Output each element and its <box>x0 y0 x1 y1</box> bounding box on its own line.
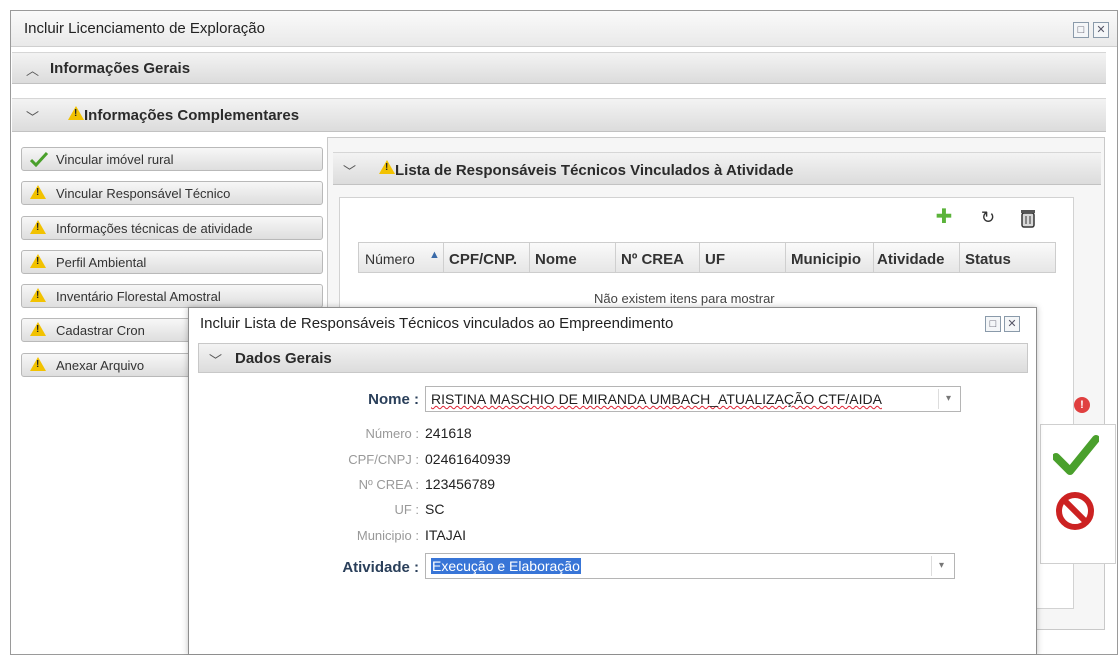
nav-item-label: Vincular Responsável Técnico <box>56 186 231 201</box>
uf-label: UF : <box>394 502 419 517</box>
crea-label: Nº CREA : <box>358 477 419 492</box>
nav-item-perfil-ambiental[interactable]: ! Perfil Ambiental <box>21 250 323 274</box>
column-cpf[interactable]: CPF/CNP. <box>449 251 529 268</box>
warning-icon: ! <box>30 185 48 201</box>
column-crea[interactable]: Nº CREA <box>621 251 684 268</box>
uf-value: SC <box>425 501 445 517</box>
atividade-value: Execução e Elaboração <box>431 558 581 574</box>
nav-item-label: Perfil Ambiental <box>56 255 147 270</box>
municipio-value: ITAJAI <box>425 527 466 543</box>
numero-value: 241618 <box>425 425 472 441</box>
delete-icon[interactable] <box>1018 208 1038 228</box>
section-label: Lista de Responsáveis Técnicos Vinculado… <box>395 162 794 179</box>
column-uf[interactable]: UF <box>705 251 725 268</box>
nav-item-label: Informações técnicas de atividade <box>56 221 253 236</box>
numero-label: Número : <box>365 426 419 441</box>
nav-item-label: Inventário Florestal Amostral <box>56 289 221 304</box>
close-icon[interactable]: ✕ <box>1093 22 1109 38</box>
chevron-down-icon: ﹀ <box>26 110 40 125</box>
atividade-combo[interactable]: Execução e Elaboração ▾ <box>425 553 955 579</box>
warning-icon: ! <box>379 160 396 175</box>
column-nome[interactable]: Nome <box>535 251 577 268</box>
column-divider <box>873 243 874 272</box>
cpf-value: 02461640939 <box>425 451 511 467</box>
column-divider <box>443 243 444 272</box>
chevron-down-icon: ﹀ <box>209 353 223 368</box>
empty-grid-text: Não existem itens para mostrar <box>594 291 775 306</box>
maximize-icon[interactable]: □ <box>985 316 1001 332</box>
refresh-icon[interactable]: ↻ <box>978 208 998 228</box>
window-title: Incluir Licenciamento de Exploração <box>24 20 265 37</box>
section-informacoes-gerais[interactable]: ︿ Informações Gerais <box>12 52 1106 84</box>
error-icon: ! <box>1074 397 1090 413</box>
chevron-down-icon[interactable]: ▾ <box>931 556 951 576</box>
warning-icon: ! <box>30 220 48 236</box>
warning-icon: ! <box>30 322 48 338</box>
chevron-up-icon: ︿ <box>26 63 40 78</box>
section-informacoes-complementares[interactable]: ﹀ ! Informações Complementares <box>12 98 1106 132</box>
cpf-label: CPF/CNPJ : <box>348 452 419 467</box>
atividade-label: Atividade : <box>342 559 419 576</box>
nav-item-label: Cadastrar Cron <box>56 323 145 338</box>
section-label: Informações Complementares <box>84 107 300 124</box>
warning-icon: ! <box>30 357 48 373</box>
section-label: Dados Gerais <box>235 350 332 367</box>
warning-icon: ! <box>68 106 85 121</box>
column-status[interactable]: Status <box>965 251 1011 268</box>
nav-item-inventario-florestal[interactable]: ! Inventário Florestal Amostral <box>21 284 323 308</box>
municipio-label: Municipio : <box>356 528 419 543</box>
nav-item-informacoes-tecnicas[interactable]: ! Informações técnicas de atividade <box>21 216 323 240</box>
nome-combo[interactable]: RISTINA MASCHIO DE MIRANDA UMBACH_ATUALI… <box>425 386 961 412</box>
sort-asc-icon: ▲ <box>429 249 440 261</box>
section-lista-responsaveis[interactable]: ﹀ ! Lista de Responsáveis Técnicos Vincu… <box>333 152 1101 185</box>
nav-item-vincular-imovel[interactable]: Vincular imóvel rural <box>21 147 323 171</box>
modal-incluir-responsaveis: Incluir Lista de Responsáveis Técnicos v… <box>188 307 1037 655</box>
nav-item-label: Anexar Arquivo <box>56 358 145 373</box>
column-divider <box>615 243 616 272</box>
column-divider <box>959 243 960 272</box>
action-panel <box>1040 424 1116 564</box>
grid-header: Número ▲ CPF/CNP. Nome Nº CREA UF Munici… <box>358 242 1056 273</box>
warning-icon: ! <box>30 254 48 270</box>
nome-label: Nome : <box>368 391 419 408</box>
nav-item-label: Vincular imóvel rural <box>56 152 174 167</box>
check-icon <box>30 151 48 167</box>
section-dados-gerais[interactable]: ﹀ Dados Gerais <box>198 343 1028 373</box>
column-atividade[interactable]: Atividade <box>877 251 945 268</box>
section-label: Informações Gerais <box>50 60 191 77</box>
column-divider <box>699 243 700 272</box>
modal-title: Incluir Lista de Responsáveis Técnicos v… <box>200 315 674 332</box>
confirm-icon[interactable] <box>1053 435 1099 475</box>
main-titlebar: Incluir Licenciamento de Exploração □ ✕ <box>11 11 1117 47</box>
maximize-icon[interactable]: □ <box>1073 22 1089 38</box>
nav-item-vincular-responsavel[interactable]: ! Vincular Responsável Técnico <box>21 181 323 205</box>
column-divider <box>785 243 786 272</box>
add-icon[interactable]: ✚ <box>934 207 954 228</box>
crea-value: 123456789 <box>425 476 496 492</box>
column-municipio[interactable]: Municipio <box>791 251 861 268</box>
chevron-down-icon[interactable]: ▾ <box>938 389 958 409</box>
column-divider <box>529 243 530 272</box>
nome-value: RISTINA MASCHIO DE MIRANDA UMBACH_ATUALI… <box>431 391 882 407</box>
chevron-down-icon: ﹀ <box>343 164 357 179</box>
column-numero[interactable]: Número <box>365 251 415 267</box>
close-icon[interactable]: ✕ <box>1004 316 1020 332</box>
cancel-icon[interactable] <box>1055 491 1095 531</box>
warning-icon: ! <box>30 288 48 304</box>
